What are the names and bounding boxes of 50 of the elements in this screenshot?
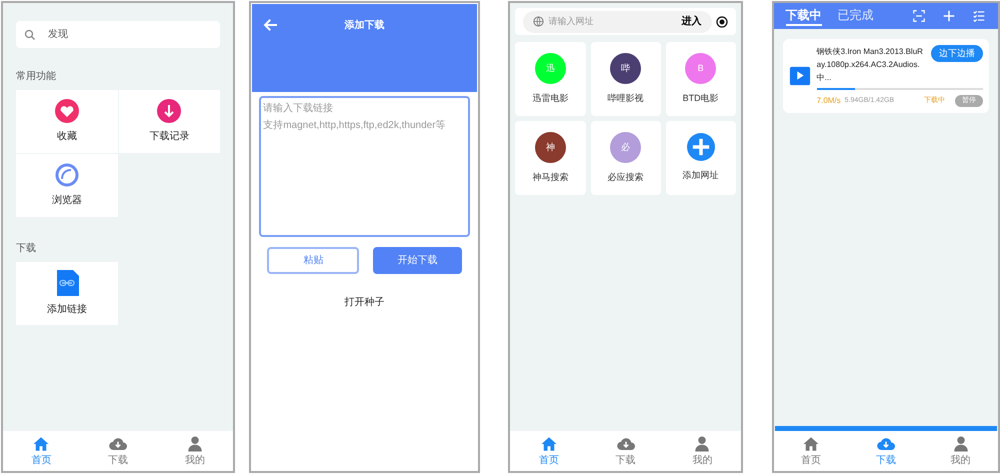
nav-tab[interactable]: 下载 [848, 431, 924, 471]
start-download-button[interactable]: 开始下载 [373, 247, 462, 274]
open-torrent-link[interactable]: 打开种子 [344, 295, 384, 310]
url-field[interactable]: 请输入网址 进入 [523, 10, 712, 32]
nav-tab[interactable]: 下载 [80, 431, 156, 471]
nav-tab[interactable]: 首页 [3, 431, 80, 471]
plus-icon [686, 133, 715, 162]
site-badge: B [685, 52, 716, 84]
nav-tab[interactable]: 下载 [587, 431, 664, 471]
tab[interactable]: 已完成 [838, 6, 874, 26]
section-title: 常用功能 [16, 70, 57, 84]
feature-tile[interactable]: 浏览器 [16, 154, 118, 217]
section-title: 下载 [16, 242, 37, 256]
nav-tab[interactable]: 首页 [510, 431, 588, 471]
enter-button[interactable]: 进入 [682, 14, 702, 29]
feature-tile[interactable]: 收藏 [16, 90, 118, 153]
browser-icon [54, 163, 79, 187]
file-name: 钢铁侠3.Iron Man3.2013.BluRay.1080p.x264.AC3.2Audios.中... [816, 46, 924, 84]
play-while-downloading-button[interactable]: 边下边播 [930, 45, 983, 62]
site-badge: 神 [535, 132, 566, 163]
feature-tile[interactable]: 下载记录 [118, 90, 220, 153]
nav-tab[interactable]: 我的 [156, 431, 234, 471]
site-tile[interactable]: 必 必应搜索 [590, 121, 661, 195]
site-tile[interactable]: 添加网址 [666, 121, 736, 195]
link-file-icon [54, 270, 79, 296]
globe-icon [533, 16, 544, 27]
page-title: 添加下载 [343, 18, 386, 33]
tab[interactable]: 下载中 [786, 6, 822, 26]
feature-tile[interactable]: 添加链接 [16, 262, 118, 325]
site-badge: 必 [610, 132, 642, 163]
nav-tab[interactable]: 我的 [923, 431, 998, 471]
site-tile[interactable]: 迅 迅雷电影 [515, 42, 586, 116]
plus-icon[interactable] [942, 9, 956, 23]
site-tile[interactable]: 神 神马搜索 [515, 121, 586, 195]
video-file-icon [788, 65, 811, 87]
link-input[interactable]: 请输入下载链接 支持magnet,http,https,ftp,ed2k,thunder等 [259, 96, 470, 237]
search-field[interactable]: 发现 [16, 21, 220, 48]
site-badge: 迅 [535, 52, 566, 84]
nav-tab[interactable]: 首页 [774, 431, 848, 471]
scan-icon[interactable] [912, 9, 926, 23]
site-tile[interactable]: B BTD电影 [666, 42, 736, 116]
site-badge: 哔 [610, 52, 642, 84]
record-icon[interactable] [716, 16, 728, 28]
site-tile[interactable]: 哔 哔哩影视 [590, 42, 661, 116]
checklist-icon[interactable] [972, 9, 986, 23]
nav-tab[interactable]: 我的 [664, 431, 741, 471]
search-icon [24, 28, 36, 40]
download-speed: 7.0M/s [816, 95, 841, 107]
paste-button[interactable]: 粘贴 [267, 247, 360, 274]
download-icon [157, 99, 182, 123]
